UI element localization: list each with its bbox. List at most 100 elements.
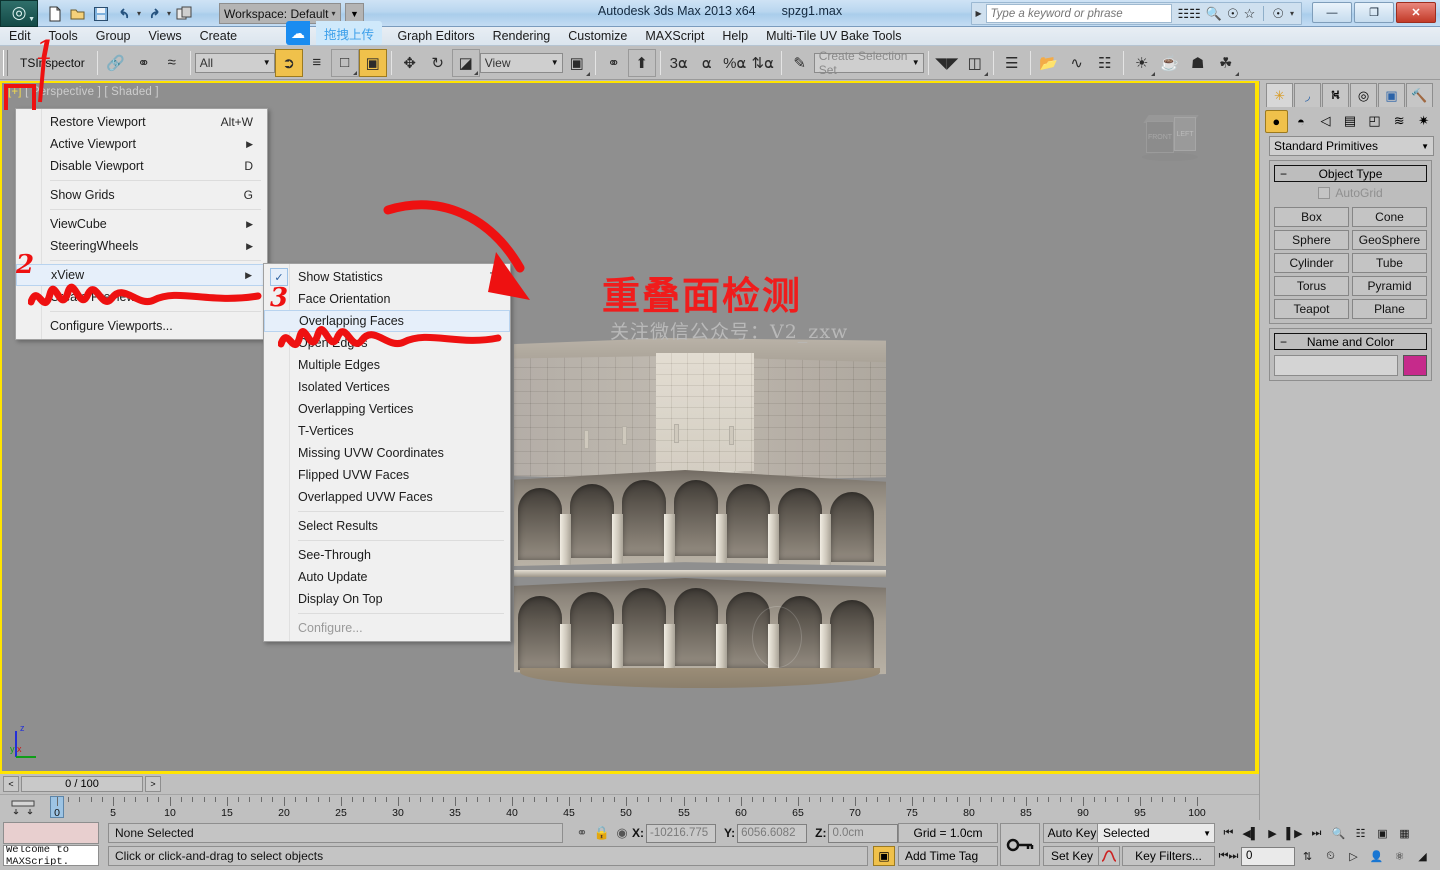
curve-editor-icon[interactable]: ∿ [1063,49,1091,77]
create-tab[interactable]: ✳ [1266,83,1293,107]
pyramid-button[interactable]: Pyramid [1352,276,1427,296]
maximize-viewport-icon[interactable]: ◢ [1412,846,1433,866]
box-button[interactable]: Box [1274,207,1349,227]
modify-tab[interactable]: ◞ [1294,83,1321,107]
select-and-move-icon[interactable]: ✥ [396,49,424,77]
percent-snap-toggle-icon[interactable]: %⍺ [721,49,749,77]
menu-item-overlapping-faces[interactable]: Overlapping Faces [264,310,510,332]
menu-edit[interactable]: Edit [0,27,40,46]
menu-item-viewcube[interactable]: ViewCube ▶ [16,213,267,235]
walk-through-icon[interactable]: 👤 [1366,846,1387,866]
pan-view-icon[interactable]: ▷ [1343,846,1364,866]
viewcube-left-face[interactable]: LEFT [1174,117,1196,151]
autogrid-checkbox[interactable] [1318,187,1331,199]
new-file-icon[interactable] [44,3,66,25]
search-input[interactable] [985,4,1172,23]
key-mode-combo[interactable]: Selected ▼ [1097,823,1215,843]
menu-item-restore-viewport[interactable]: Restore Viewport Alt+W [16,111,267,133]
viewcube-front-face[interactable]: FRONT [1146,121,1174,153]
key-step-icon[interactable]: ⏮⏭ [1218,846,1239,866]
select-and-link-icon[interactable]: 🔗 [102,49,130,77]
track-bar[interactable]: 0 5 10 15 20 25 30 35 40 45 50 55 60 65 70 75 80 85 90 95 10… [0,794,1259,820]
bind-to-space-warp-icon[interactable]: ≈ [158,49,186,77]
zoom-region-icon[interactable]: 🔍 [1328,823,1349,843]
chevron-right-icon[interactable]: ▶ [972,9,986,18]
menu-item-flipped-uvw-faces[interactable]: Flipped UVW Faces [264,464,510,486]
spinner-arrows-icon[interactable]: ⇅ [1297,846,1318,866]
x-coord-field[interactable]: -10216.775 [646,823,716,843]
helpers-category-button[interactable]: ◰ [1363,110,1386,133]
key-filters-button[interactable]: Key Filters... [1122,846,1215,866]
menu-item-face-orientation[interactable]: Face Orientation [264,288,510,310]
menu-item-isolated-vertices[interactable]: Isolated Vertices [264,376,510,398]
key-mode-toggle-button[interactable] [1000,823,1040,866]
zoom-extents-all-icon[interactable]: ▣ [1372,823,1393,843]
pivot-center-icon[interactable]: ▣ [563,49,591,77]
zoom-extents-icon[interactable]: ☷ [1350,823,1371,843]
xview-submenu[interactable]: ✓ Show Statistics 7 Face Orientation Ove… [263,263,511,642]
search-magnifier-icon[interactable]: 🔍 [1206,6,1222,22]
menu-graph-editors[interactable]: Graph Editors [388,27,483,46]
menu-tools[interactable]: Tools [40,27,87,46]
toggle-scene-explorer-icon[interactable]: 📂 [1035,49,1063,77]
toolbar-grip[interactable] [3,49,8,76]
unlink-selection-icon[interactable]: ⚭ [130,49,158,77]
subscription-icon[interactable]: ☉ [1227,6,1239,22]
display-tab[interactable]: ▣ [1378,83,1405,107]
menu-item-auto-update[interactable]: Auto Update [264,566,510,588]
app-menu-button[interactable]: ◎ ▼ [0,0,38,27]
menu-item-open-edges[interactable]: Open Edges [264,332,510,354]
menu-views[interactable]: Views [139,27,190,46]
save-file-icon[interactable] [90,3,112,25]
parameter-curve-icon[interactable] [1098,846,1120,866]
set-key-button[interactable]: Set Key [1043,846,1101,866]
close-button[interactable]: ✕ [1396,2,1436,23]
menu-rendering[interactable]: Rendering [484,27,560,46]
play-animation-icon[interactable]: ▶ [1262,823,1283,843]
selection-filter-combo[interactable]: All ▼ [194,52,275,73]
viewport-label[interactable]: [+] [ Perspective ] [ Shaded ] [8,86,159,98]
plane-button[interactable]: Plane [1352,299,1427,319]
project-folder-icon[interactable] [173,3,195,25]
cloud-upload-button[interactable]: ☁ [286,21,310,45]
menu-item-steeringwheels[interactable]: SteeringWheels ▶ [16,235,267,257]
systems-category-button[interactable]: ✷ [1412,110,1435,133]
menu-help[interactable]: Help [713,27,757,46]
edit-named-selection-sets-icon[interactable]: ✎ [786,49,814,77]
menu-item-display-on-top[interactable]: Display On Top [264,588,510,610]
menu-create[interactable]: Create [191,27,247,46]
menu-multi-tile-uv-bake-tools[interactable]: Multi-Tile UV Bake Tools [757,27,910,46]
select-by-name-icon[interactable]: ≡ [303,49,331,77]
primitive-category-dropdown[interactable]: Standard Primitives ▼ [1269,136,1434,156]
open-mini-curve-editor-icon[interactable] [10,798,36,816]
goto-end-icon[interactable]: ⏭ [1306,823,1327,843]
utilities-tab[interactable]: 🔨 [1406,83,1433,107]
time-tag-icon[interactable]: ▣ [873,846,895,866]
undo-dropdown-icon[interactable]: ▾ [136,9,142,18]
menu-maxscript[interactable]: MAXScript [636,27,713,46]
select-object-icon[interactable]: ➲ [274,48,303,77]
minimize-button[interactable]: — [1312,2,1352,23]
selection-region-icon[interactable]: □ [330,48,359,77]
redo-dropdown-icon[interactable]: ▾ [166,9,172,18]
help-icon[interactable]: ☉ [1272,6,1284,22]
render-production-icon[interactable]: ☘ [1212,49,1240,77]
mirror-icon[interactable]: ◥◤ [933,49,961,77]
z-coord-field[interactable]: 0.0cm [828,823,899,843]
keyboard-shortcut-override-icon[interactable]: ⬆ [627,48,656,77]
rollout-collapse-icon[interactable]: − [1280,335,1287,349]
orbit-icon[interactable]: ⚛ [1389,846,1410,866]
menu-item-overlapping-vertices[interactable]: Overlapping Vertices [264,398,510,420]
select-and-rotate-icon[interactable]: ↻ [424,49,452,77]
maximize-viewport-toggle-icon[interactable]: ▦ [1394,823,1415,843]
prev-frame-button[interactable]: < [3,776,19,792]
lights-category-button[interactable]: ◁ [1314,110,1337,133]
maxscript-mini-prompt[interactable]: Welcome to MAXScript. [3,845,99,866]
name-and-color-header[interactable]: − Name and Color [1274,333,1427,350]
cloud-upload-label[interactable]: 拖拽上传 [316,21,383,45]
named-selection-set-combo[interactable]: Create Selection Set ▼ [813,49,924,77]
select-and-scale-icon[interactable]: ◪ [451,48,480,77]
menu-item-overlapped-uvw-faces[interactable]: Overlapped UVW Faces [264,486,510,508]
current-frame-spinner[interactable]: 0 [1241,846,1295,866]
tube-button[interactable]: Tube [1352,253,1427,273]
